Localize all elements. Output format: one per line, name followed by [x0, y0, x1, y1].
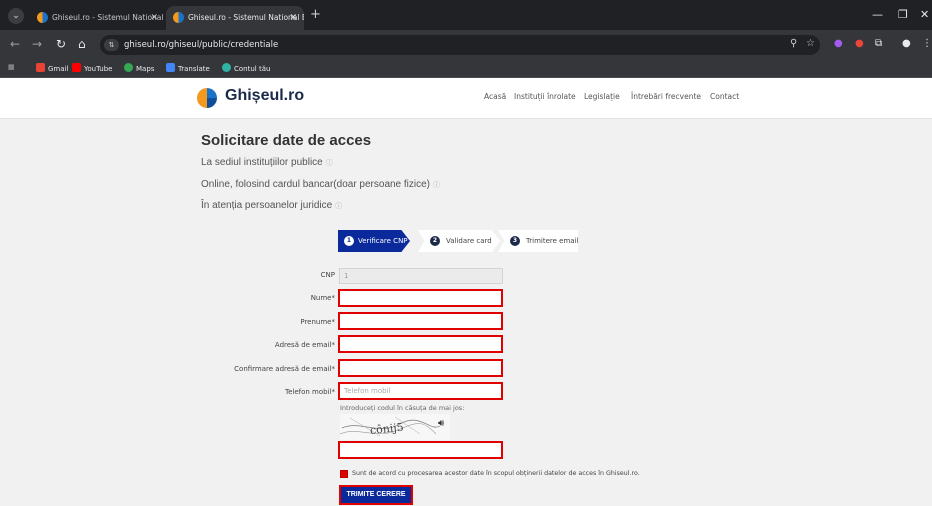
maximize-icon[interactable]: ❐: [898, 8, 908, 21]
browser-toolbar: ← → ↻ ⌂ ⇅ ghiseul.ro/ghiseul/public/cred…: [0, 30, 932, 60]
tab-title: Ghiseul.ro - Sistemul National E: [52, 13, 165, 22]
close-window-icon[interactable]: ✕: [920, 8, 929, 21]
browser-tab-active[interactable]: Ghiseul.ro - Sistemul National E ✕: [166, 6, 304, 30]
phone-label: Telefon mobil*: [285, 388, 335, 396]
bookmark-gmail[interactable]: Gmail: [36, 63, 68, 73]
url-text: ghiseul.ro/ghiseul/public/credentiale: [124, 40, 279, 50]
info-icon[interactable]: ⓘ: [433, 182, 440, 189]
nume-label: Nume*: [310, 294, 335, 302]
captcha-image: cônij5: [339, 414, 450, 440]
step-label: Validare card: [446, 237, 492, 245]
account-icon: [222, 63, 231, 72]
step-number: 1: [344, 236, 354, 246]
consent-checkbox[interactable]: [340, 470, 348, 478]
step-number: 3: [510, 236, 520, 246]
nav-contact[interactable]: Contact: [710, 92, 739, 101]
captcha-text: cônij5: [369, 421, 404, 437]
nav-institutions[interactable]: Instituții înrolate: [514, 92, 576, 101]
step-send-email: 3 Trimitere email: [498, 230, 578, 252]
bookmark-label: Translate: [178, 65, 210, 73]
close-tab-icon[interactable]: ✕: [289, 6, 297, 30]
phone-input[interactable]: Telefon mobil: [338, 382, 503, 400]
home-icon[interactable]: ⌂: [78, 37, 86, 51]
submit-button[interactable]: TRIMITE CERERE: [339, 485, 413, 505]
nav-legislation[interactable]: Legislație: [584, 92, 620, 101]
tab-search-icon[interactable]: ⌄: [8, 8, 24, 24]
back-icon[interactable]: ←: [10, 37, 20, 51]
captcha-graphic: cônij5: [339, 416, 441, 437]
zoom-icon[interactable]: ⚲: [790, 38, 797, 49]
email-confirm-label: Confirmare adresă de email*: [234, 365, 335, 373]
youtube-icon: [72, 63, 81, 72]
browser-tab-bar: ⌄ Ghiseul.ro - Sistemul National E ✕ Ghi…: [0, 0, 932, 30]
option-online-card[interactable]: Online, folosind cardul bancar(doar pers…: [201, 179, 440, 190]
bookmark-account[interactable]: Contul tău: [222, 63, 270, 73]
nav-home[interactable]: Acasă: [484, 92, 506, 101]
bookmark-label: Gmail: [48, 65, 69, 73]
apps-grid-icon[interactable]: ▦: [8, 63, 15, 71]
ghiseul-favicon-icon: [37, 12, 48, 23]
bookmarks-bar: ▦ Gmail YouTube Maps Translate Contul tă…: [0, 60, 932, 78]
site-info-icon[interactable]: ⇅: [104, 39, 119, 51]
ghiseul-favicon-icon: [173, 12, 184, 23]
browser-tab[interactable]: Ghiseul.ro - Sistemul National E ✕: [30, 6, 165, 30]
step-label: Trimitere email: [526, 237, 579, 245]
minimize-icon[interactable]: —: [872, 8, 883, 21]
bookmark-star-icon[interactable]: ☆: [806, 38, 815, 49]
step-label: Verificare CNP: [358, 237, 408, 245]
bookmark-label: Contul tău: [234, 65, 271, 73]
extensions-puzzle-icon[interactable]: ⧉: [875, 38, 882, 49]
email-label: Adresă de email*: [274, 341, 335, 349]
extension-icon[interactable]: ●: [834, 38, 843, 49]
close-tab-icon[interactable]: ✕: [150, 6, 158, 30]
captcha-input[interactable]: [338, 441, 503, 459]
gmail-icon: [36, 63, 45, 72]
info-icon[interactable]: ⓘ: [326, 160, 333, 167]
maps-icon: [124, 63, 133, 72]
option-label: În atenția persoanelor juridice: [201, 200, 333, 211]
reload-icon[interactable]: ↻: [56, 37, 66, 51]
prenume-input[interactable]: [338, 312, 503, 330]
email-input[interactable]: [338, 335, 503, 353]
step-validate-card: 2 Validare card: [418, 230, 500, 252]
extension-icon[interactable]: ●: [855, 38, 864, 49]
bookmark-youtube[interactable]: YouTube: [72, 63, 112, 73]
bookmark-label: Maps: [136, 65, 155, 73]
page-title: Solicitare date de acces: [201, 132, 372, 149]
main-content: Solicitare date de acces La sediul insti…: [0, 119, 932, 506]
option-legal-entities[interactable]: În atenția persoanelor juridice ⓘ: [201, 200, 342, 211]
nume-input[interactable]: [338, 289, 503, 307]
menu-icon[interactable]: ⋮: [922, 38, 932, 49]
tab-title: Ghiseul.ro - Sistemul National E: [188, 13, 304, 22]
step-verify-cnp: 1 Verificare CNP: [338, 230, 410, 252]
consent-label: Sunt de acord cu procesarea acestor date…: [352, 470, 640, 477]
forward-icon[interactable]: →: [32, 37, 42, 51]
option-label: La sediul instituțiilor publice: [201, 157, 323, 168]
prenume-label: Prenume*: [300, 318, 335, 326]
bookmark-label: YouTube: [84, 65, 113, 73]
nav-faq[interactable]: Întrebări frecvente: [631, 92, 701, 101]
profile-icon[interactable]: ●: [902, 38, 911, 49]
cnp-field: 1: [339, 268, 503, 284]
new-tab-icon[interactable]: +: [310, 7, 321, 22]
translate-icon: [166, 63, 175, 72]
option-label: Online, folosind cardul bancar(doar pers…: [201, 179, 431, 190]
step-number: 2: [430, 236, 440, 246]
email-confirm-input[interactable]: [338, 359, 503, 377]
site-header: Ghișeul.ro Acasă Instituții înrolate Leg…: [0, 78, 932, 119]
info-icon[interactable]: ⓘ: [335, 203, 342, 210]
option-public-institutions[interactable]: La sediul instituțiilor publice ⓘ: [201, 157, 333, 168]
bookmark-maps[interactable]: Maps: [124, 63, 154, 73]
audio-captcha-icon[interactable]: 🔊︎: [438, 418, 444, 429]
cnp-label: CNP: [320, 271, 335, 279]
captcha-instructions: Introduceți codul în căsuța de mai jos:: [340, 404, 465, 412]
ghiseul-logo-icon: [197, 88, 217, 108]
bookmark-translate[interactable]: Translate: [166, 63, 210, 73]
address-bar[interactable]: ⇅ ghiseul.ro/ghiseul/public/credentiale …: [100, 35, 820, 55]
logo-text: Ghișeul.ro: [225, 87, 305, 104]
